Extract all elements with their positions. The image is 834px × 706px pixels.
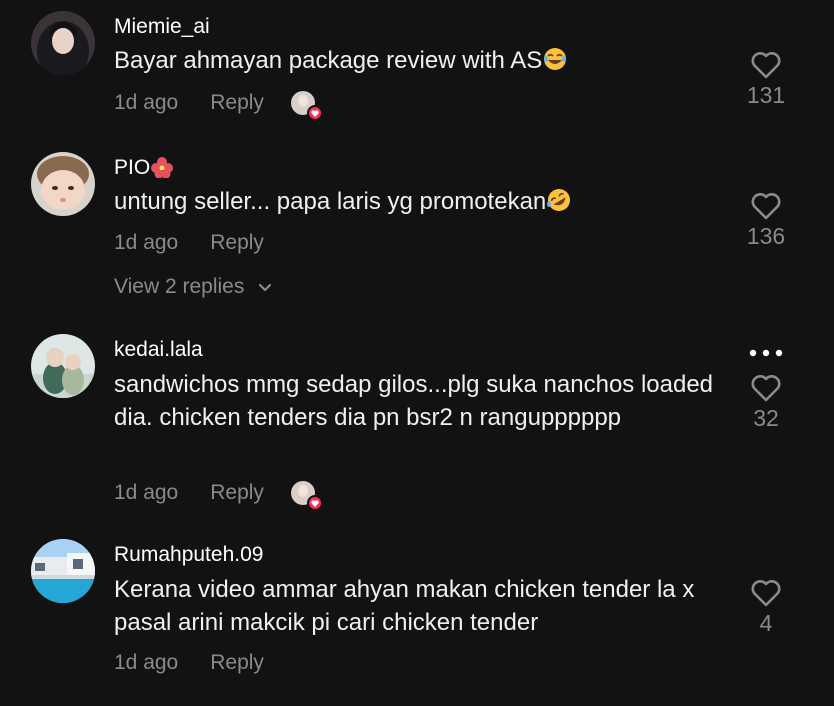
comment-meta: 1d ago Reply — [114, 480, 323, 511]
view-replies-button[interactable]: View 2 replies — [114, 275, 276, 299]
like-count: 32 — [753, 405, 779, 431]
hibiscus-icon — [150, 156, 174, 184]
joy-face-icon — [542, 47, 568, 80]
username[interactable]: PIO — [114, 156, 174, 184]
heart-outline-icon — [751, 52, 781, 79]
comment-text: untung seller... papa laris yg promoteka… — [114, 185, 724, 221]
reply-button[interactable]: Reply — [210, 91, 264, 115]
username[interactable]: Miemie_ai — [114, 15, 210, 39]
comment-meta: 1d ago Reply — [114, 231, 264, 255]
reply-button[interactable]: Reply — [210, 651, 264, 675]
creator-liked-badge — [290, 90, 323, 121]
comment-time: 1d ago — [114, 481, 179, 504]
username[interactable]: kedai.lala — [114, 338, 203, 362]
like-button[interactable]: 136 — [730, 191, 802, 250]
like-count: 136 — [746, 223, 786, 249]
creator-liked-badge — [290, 480, 323, 511]
like-button[interactable]: 32 — [730, 373, 802, 432]
heart-outline-icon — [751, 580, 781, 607]
like-button[interactable]: 4 — [730, 578, 802, 637]
comment-text: Bayar ahmayan package review with AS — [114, 44, 724, 80]
comment-text-body: untung seller... papa laris yg promoteka… — [114, 188, 547, 215]
heart-outline-icon — [751, 375, 781, 402]
more-options-icon[interactable] — [748, 348, 784, 358]
reply-button[interactable]: Reply — [210, 231, 264, 255]
comment-time: 1d ago — [114, 651, 179, 674]
comment-text: sandwichos mmg sedap gilos...plg suka na… — [114, 371, 714, 431]
like-count: 131 — [746, 82, 786, 108]
avatar[interactable] — [31, 334, 95, 398]
reply-button[interactable]: Reply — [210, 481, 264, 505]
chevron-down-icon — [259, 283, 272, 292]
comment-time: 1d ago — [114, 231, 179, 254]
heart-outline-icon — [751, 193, 781, 220]
avatar[interactable] — [31, 539, 95, 603]
avatar[interactable] — [31, 152, 95, 216]
comment-time: 1d ago — [114, 91, 179, 114]
like-count: 4 — [759, 610, 773, 636]
comment-text-body: Bayar ahmayan package review with AS — [114, 47, 543, 74]
comment-meta: 1d ago Reply — [114, 90, 323, 121]
comment-text: Kerana video ammar ahyan makan chicken t… — [114, 576, 695, 636]
comment-meta: 1d ago Reply — [114, 651, 264, 675]
rofl-face-icon — [546, 188, 572, 221]
username-text: PIO — [114, 156, 151, 179]
view-replies-label: View 2 replies — [114, 275, 245, 298]
like-button[interactable]: 131 — [730, 50, 802, 109]
username[interactable]: Rumahputeh.09 — [114, 543, 263, 567]
avatar[interactable] — [31, 11, 95, 75]
